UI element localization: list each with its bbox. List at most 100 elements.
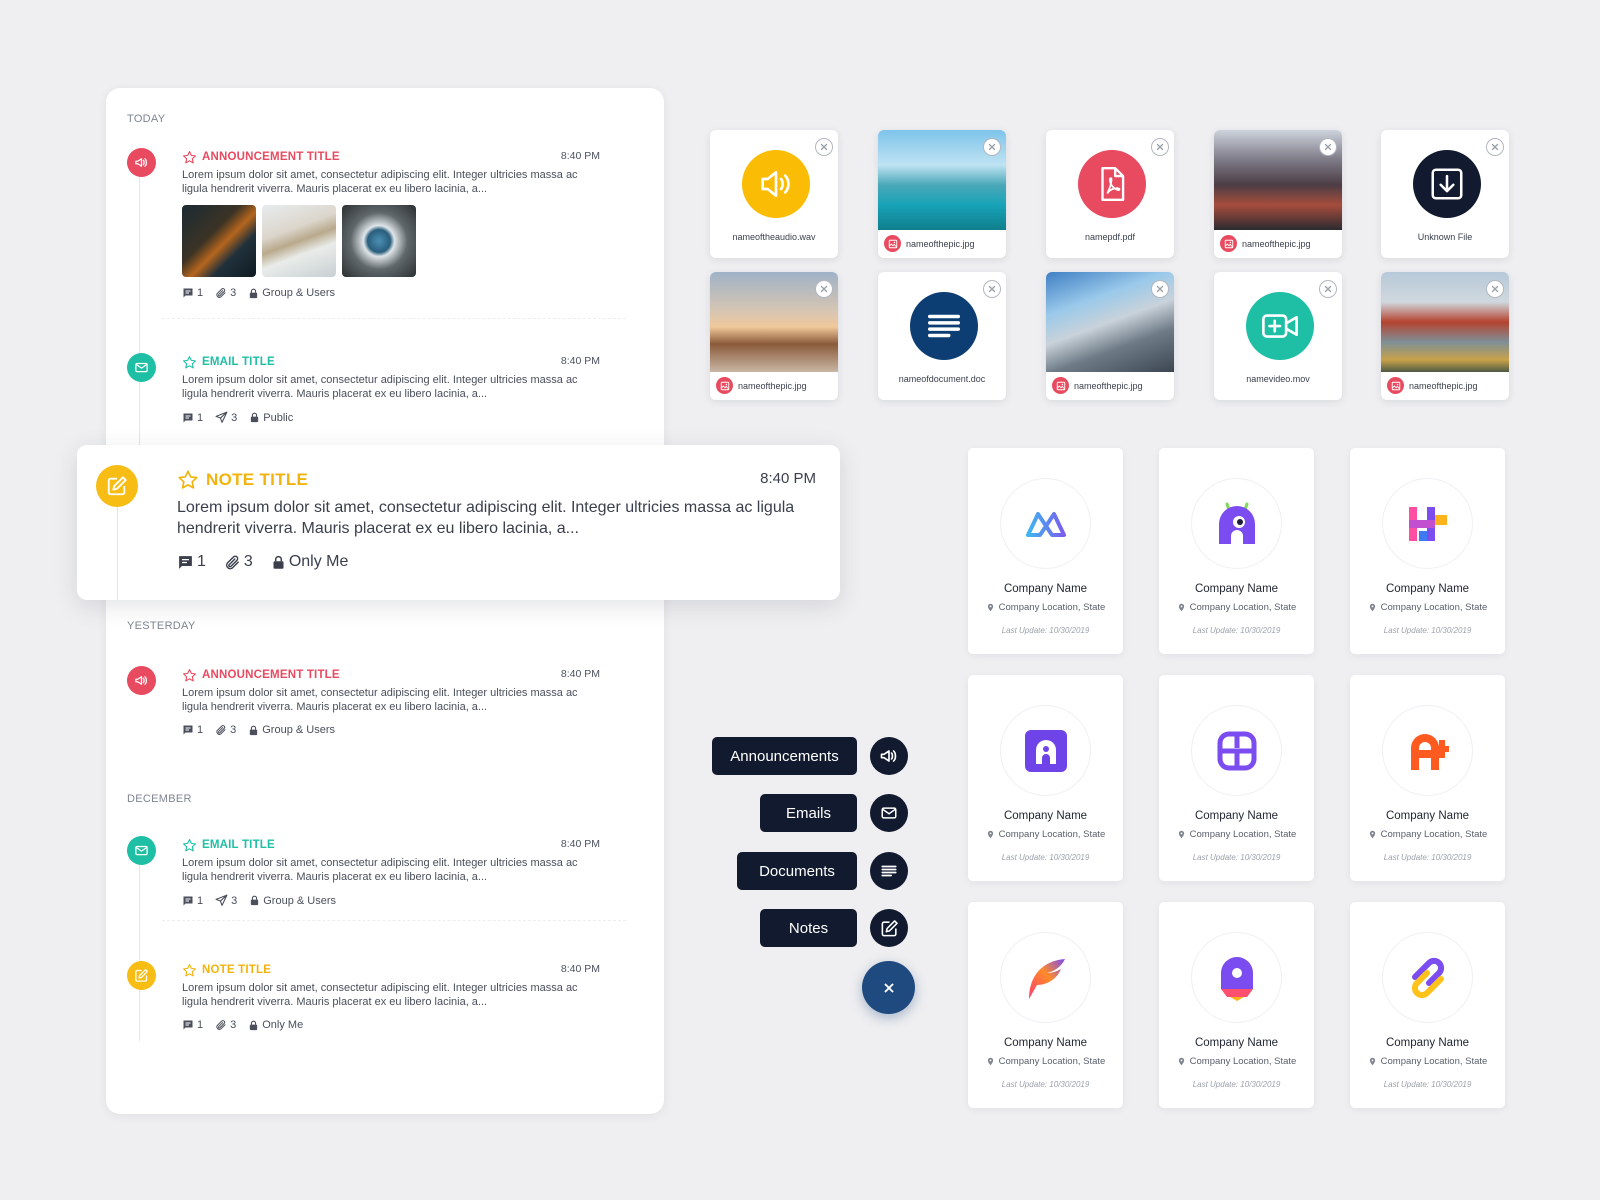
remove-file-button[interactable] xyxy=(815,138,833,156)
send-icon xyxy=(215,894,228,907)
company-location: Company Location, State xyxy=(998,602,1106,613)
location-pin-icon xyxy=(986,830,995,839)
last-update: Last Update: 10/30/2019 xyxy=(1001,853,1090,862)
announcement-dot xyxy=(127,148,156,177)
close-icon xyxy=(987,284,997,294)
company-logo xyxy=(1000,705,1091,796)
remove-file-button[interactable] xyxy=(1486,280,1504,298)
attachment-thumbnail[interactable] xyxy=(262,205,336,277)
company-card[interactable]: Company Name Company Location, State Las… xyxy=(1159,675,1314,881)
remove-file-button[interactable] xyxy=(1486,138,1504,156)
speaker-icon xyxy=(761,171,790,197)
entry-title: NOTE TITLE xyxy=(202,964,272,976)
company-card[interactable]: Company Name Company Location, State Las… xyxy=(1350,902,1505,1108)
comment-count: 1 xyxy=(197,553,206,570)
file-tile-video[interactable]: namevideo.mov xyxy=(1214,272,1342,400)
star-icon[interactable] xyxy=(182,838,197,853)
company-logo-feather-icon xyxy=(1028,958,1065,999)
file-tile-image[interactable]: nameofthepic.jpg xyxy=(1046,272,1174,400)
entry-attachments xyxy=(182,205,622,277)
close-icon xyxy=(1490,142,1500,152)
comment-icon xyxy=(177,554,194,571)
send-icon xyxy=(215,411,228,424)
lock-icon xyxy=(248,288,259,299)
lock-icon xyxy=(249,412,260,423)
file-tile-document[interactable]: nameofdocument.doc xyxy=(878,272,1006,400)
pdf-icon xyxy=(1101,166,1125,202)
last-update: Last Update: 10/30/2019 xyxy=(1383,853,1472,862)
fab-notes-button[interactable]: Notes xyxy=(760,909,857,947)
company-logo xyxy=(1000,932,1091,1023)
note-text: Lorem ipsum dolor sit amet, consectetur … xyxy=(177,499,795,537)
location-pin-icon xyxy=(1177,830,1186,839)
fab-announcements-icon-button[interactable] xyxy=(870,737,908,775)
file-name: nameofthepic.jpg xyxy=(906,238,975,249)
company-card[interactable]: Company Name Company Location, State Las… xyxy=(968,448,1123,654)
star-icon[interactable] xyxy=(177,469,199,491)
fab-documents-icon-button[interactable] xyxy=(870,852,908,890)
remove-file-button[interactable] xyxy=(1319,138,1337,156)
file-tile-audio[interactable]: nameoftheaudio.wav xyxy=(710,130,838,258)
edit-icon xyxy=(880,919,899,938)
fab-close-button[interactable] xyxy=(862,961,915,1014)
remove-file-button[interactable] xyxy=(983,280,1001,298)
last-update: Last Update: 10/30/2019 xyxy=(1001,626,1090,635)
star-icon[interactable] xyxy=(182,355,197,370)
paperclip-icon xyxy=(215,1019,227,1031)
file-tile-image[interactable]: nameofthepic.jpg xyxy=(1381,272,1509,400)
company-logo xyxy=(1382,478,1473,569)
megaphone-icon xyxy=(134,155,149,170)
file-tile-unknown[interactable]: Unknown File xyxy=(1381,130,1509,258)
section-label-today: TODAY xyxy=(127,113,166,125)
close-icon xyxy=(1155,142,1165,152)
file-tile-image[interactable]: nameofthepic.jpg xyxy=(878,130,1006,258)
remove-file-button[interactable] xyxy=(1319,280,1337,298)
audio-file-icon xyxy=(742,150,810,218)
company-card[interactable]: Company Name Company Location, State Las… xyxy=(968,675,1123,881)
file-tile-image[interactable]: nameofthepic.jpg xyxy=(1214,130,1342,258)
fab-emails-button[interactable]: Emails xyxy=(760,794,857,832)
highlighted-note-card[interactable]: NOTE TITLE 8:40 PM Lorem ipsum dolor sit… xyxy=(77,445,840,600)
company-card[interactable]: Company Name Company Location, State Las… xyxy=(1350,448,1505,654)
edit-icon xyxy=(106,475,128,497)
location-pin-icon xyxy=(986,603,995,612)
entry-time: 8:40 PM xyxy=(560,150,600,162)
attachment-count: 3 xyxy=(230,287,237,299)
attachment-thumbnail[interactable] xyxy=(182,205,256,277)
file-tile-pdf[interactable]: namepdf.pdf xyxy=(1046,130,1174,258)
fab-notes-icon-button[interactable] xyxy=(870,909,908,947)
company-card[interactable]: Company Name Company Location, State Las… xyxy=(1350,675,1505,881)
comment-count: 1 xyxy=(197,1019,204,1031)
lock-icon xyxy=(271,555,286,570)
fab-documents-button[interactable]: Documents xyxy=(737,852,857,890)
company-card[interactable]: Company Name Company Location, State Las… xyxy=(968,902,1123,1108)
company-logo-a-plus-icon xyxy=(1410,733,1449,770)
close-icon xyxy=(882,981,896,995)
star-icon[interactable] xyxy=(182,963,197,978)
image-icon xyxy=(720,381,730,391)
entry-meta: 1 3 Only Me xyxy=(182,1019,622,1031)
file-tile-image[interactable]: nameofthepic.jpg xyxy=(710,272,838,400)
company-logo xyxy=(1191,932,1282,1023)
remove-file-button[interactable] xyxy=(1151,280,1169,298)
attachment-thumbnail[interactable] xyxy=(342,205,416,277)
entry-text: Lorem ipsum dolor sit amet, consectetur … xyxy=(182,857,578,883)
location-pin-icon xyxy=(1368,603,1377,612)
close-icon xyxy=(1323,284,1333,294)
divider xyxy=(162,920,626,921)
company-location: Company Location, State xyxy=(1380,602,1488,613)
remove-file-button[interactable] xyxy=(983,138,1001,156)
fab-announcements-button[interactable]: Announcements xyxy=(712,737,857,775)
company-card[interactable]: Company Name Company Location, State Las… xyxy=(1159,448,1314,654)
company-card[interactable]: Company Name Company Location, State Las… xyxy=(1159,902,1314,1108)
star-icon[interactable] xyxy=(182,150,197,165)
fab-emails-icon-button[interactable] xyxy=(870,794,908,832)
comment-count: 1 xyxy=(197,411,204,424)
remove-file-button[interactable] xyxy=(815,280,833,298)
remove-file-button[interactable] xyxy=(1151,138,1169,156)
entry-meta: 1 3 Group & Users xyxy=(182,894,622,907)
comment-icon xyxy=(182,895,194,907)
comment-count: 1 xyxy=(197,287,204,299)
star-icon[interactable] xyxy=(182,668,197,683)
divider xyxy=(162,318,626,319)
